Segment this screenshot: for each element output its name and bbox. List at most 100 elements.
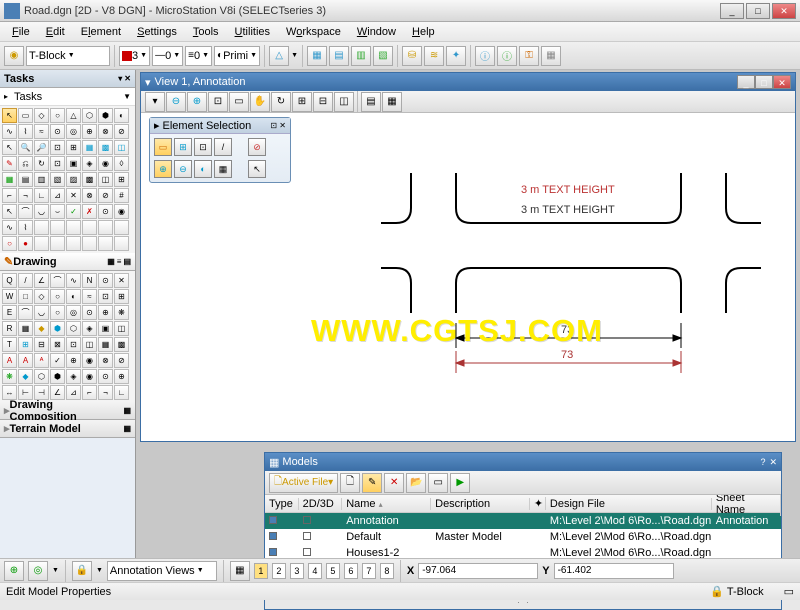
menu-workspace[interactable]: Workspace [278,24,349,40]
view-close-button[interactable]: ✕ [773,75,791,89]
menu-help[interactable]: Help [404,24,443,40]
sel-method-icon[interactable]: ▦ [214,160,232,178]
tool[interactable]: ⊡ [98,289,113,304]
tool[interactable]: ◊ [114,156,129,171]
tool[interactable]: ⌒ [50,273,65,288]
pan-icon[interactable]: ✋ [250,92,270,112]
tool[interactable]: ≈ [82,289,97,304]
weight-picker[interactable]: ≡ 0▼ [185,46,212,66]
star-icon[interactable]: ✦ [446,46,466,66]
view-tool[interactable]: ▦ [382,92,402,112]
view-group-icon[interactable]: ▦ [230,561,250,581]
tool[interactable] [98,220,113,235]
view-max-button[interactable]: □ [755,75,773,89]
tool[interactable]: ⊘ [114,124,129,139]
db-icon[interactable]: ⛁ [402,46,422,66]
tool[interactable]: ↻ [34,156,49,171]
tool[interactable] [34,220,49,235]
tool[interactable]: ▣ [98,321,113,336]
menu-file[interactable]: File [4,24,38,40]
color-picker[interactable]: 3▼ [119,46,150,66]
level-dropdown[interactable]: T-Block▼ [26,46,110,66]
fit-icon[interactable]: ⊡ [208,92,228,112]
view-tool[interactable]: ▾ [145,92,165,112]
tool[interactable]: ⬡ [82,108,97,123]
layer-icon[interactable]: ≋ [424,46,444,66]
new-model-icon[interactable]: 🗋 [340,473,360,493]
tool[interactable]: ◫ [114,140,129,155]
tool[interactable]: ◎ [66,124,81,139]
tool[interactable]: ⊟ [34,337,49,352]
tool[interactable]: ⌇ [18,124,33,139]
tool[interactable]: ❋ [114,305,129,320]
sel-mode-icon[interactable]: ▭ [154,138,172,156]
tool[interactable]: ⊡ [50,140,65,155]
view-8-button[interactable]: 8 [380,563,394,579]
tool[interactable]: ✓ [66,204,81,219]
view-tool[interactable]: ⊟ [313,92,333,112]
snap-icon[interactable]: ◎ [28,561,48,581]
tool[interactable]: ⊞ [66,140,81,155]
tool[interactable]: ↖ [2,204,17,219]
tool[interactable]: ◈ [82,156,97,171]
zoom-in-icon[interactable]: ⊕ [187,92,207,112]
tool[interactable]: ◫ [82,337,97,352]
tool[interactable]: ◆ [34,321,49,336]
tool[interactable]: # [114,188,129,203]
tool[interactable]: ⬡ [34,369,49,384]
x-coord-input[interactable] [418,563,538,579]
view-tool[interactable]: ◫ [334,92,354,112]
lock-icon[interactable]: 🔒 [72,561,92,581]
tool-icon[interactable]: △ [269,46,289,66]
grid-icon[interactable]: ▦ [541,46,561,66]
zoom-out-icon[interactable]: ⊖ [166,92,186,112]
tool[interactable]: ◉ [82,353,97,368]
tool[interactable]: ✗ [82,204,97,219]
tool[interactable] [114,236,129,251]
view-2-button[interactable]: 2 [272,563,286,579]
tool[interactable]: ∿ [66,273,81,288]
tool[interactable]: ○ [2,236,17,251]
info-icon[interactable]: ⓘ [475,46,495,66]
sel-pointer-icon[interactable]: ↖ [248,160,266,178]
sel-method-icon[interactable]: ⊕ [154,160,172,178]
maximize-button[interactable]: □ [746,3,770,19]
view-3-button[interactable]: 3 [290,563,304,579]
view-min-button[interactable]: _ [737,75,755,89]
sel-action-icon[interactable]: ⊘ [248,138,266,156]
pointer-tool[interactable]: ↖ [2,108,17,123]
tool[interactable]: ◈ [82,321,97,336]
view-7-button[interactable]: 7 [362,563,376,579]
tool[interactable]: □ [18,289,33,304]
drawing-header[interactable]: ✎ Drawing ▦≡▤ [0,253,135,271]
tool[interactable]: ↖ [2,140,17,155]
tool[interactable]: ❋ [2,369,17,384]
tool[interactable]: ⊞ [114,289,129,304]
model-tool-icon[interactable]: ▭ [428,473,448,493]
tool[interactable]: ◉ [82,369,97,384]
drawing-comp-header[interactable]: ▸ Drawing Composition▦ [0,402,135,420]
tool[interactable] [98,236,113,251]
window-icon[interactable]: ▭ [229,92,249,112]
tool[interactable]: ✎ [2,156,17,171]
tool[interactable]: ✕ [114,273,129,288]
tool[interactable]: ⊘ [98,188,113,203]
tool[interactable]: ◡ [34,305,49,320]
tool[interactable]: ∿ [2,124,17,139]
tool[interactable]: ▤ [18,172,33,187]
tool[interactable]: N [82,273,97,288]
tool[interactable]: ⊞ [18,337,33,352]
tool[interactable]: ⊗ [98,124,113,139]
tool[interactable] [50,236,65,251]
sel-method-icon[interactable]: ◐ [194,160,212,178]
tool[interactable]: ▩ [114,337,129,352]
edit-model-icon[interactable]: ✎ [362,473,382,493]
tool[interactable]: ▥ [34,172,49,187]
tool[interactable]: A [18,353,33,368]
tool[interactable] [50,220,65,235]
tool[interactable]: ○ [50,305,65,320]
help-icon[interactable]: ⓘ [497,46,517,66]
tool[interactable]: ● [18,236,33,251]
linestyle-picker[interactable]: — 0▼ [152,46,183,66]
tool[interactable]: ▦ [98,337,113,352]
